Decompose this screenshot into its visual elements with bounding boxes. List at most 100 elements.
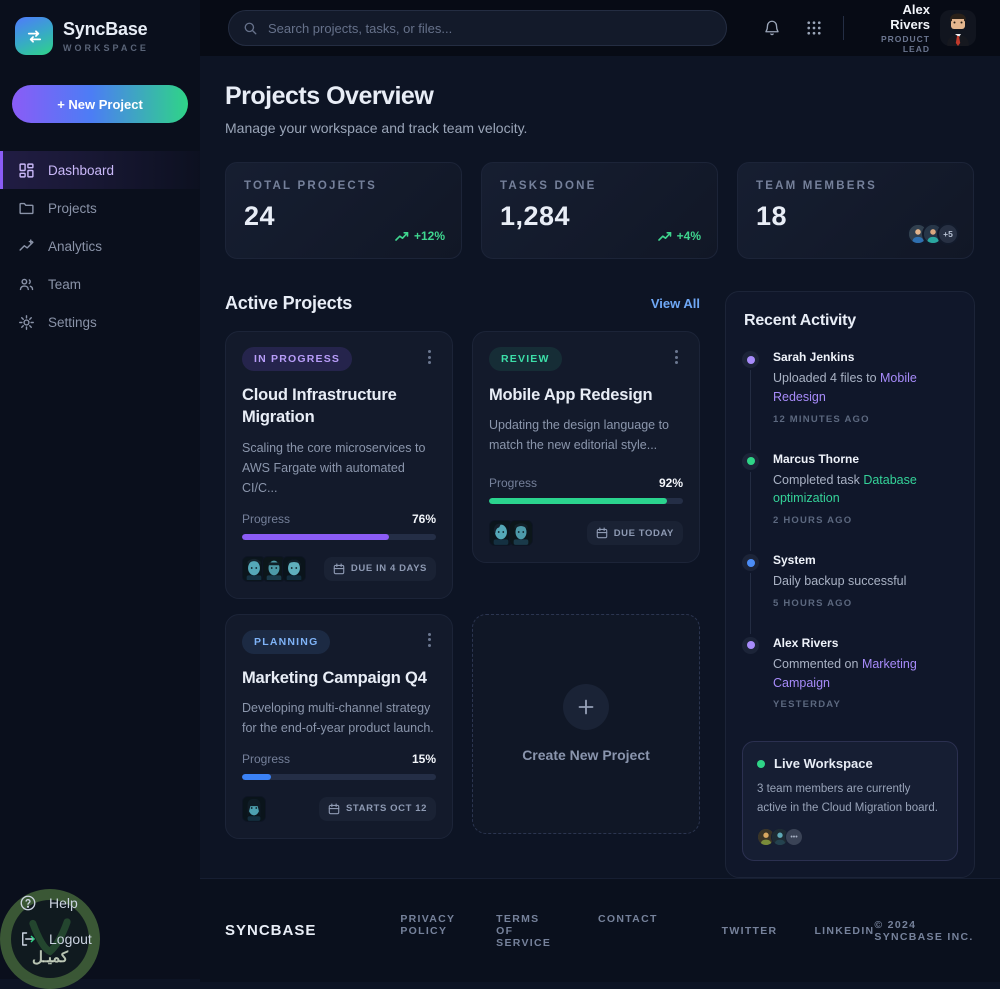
activity-time: 2 HOURS AGO xyxy=(773,515,853,526)
project-title: Mobile App Redesign xyxy=(489,386,653,404)
trend-up-icon xyxy=(395,231,409,241)
search-input[interactable] xyxy=(268,20,712,36)
sidebar-item-label: Analytics xyxy=(48,238,103,254)
sidebar-item-analytics[interactable]: Analytics xyxy=(0,227,200,265)
avatar-more-badge[interactable]: +5 xyxy=(937,223,959,245)
activity-actor: System xyxy=(773,553,816,567)
footer-link-twitter[interactable]: TWITTER xyxy=(722,925,778,937)
progress-value: 76% xyxy=(411,511,436,526)
calendar-icon xyxy=(596,527,607,539)
project-card-cloud-migration[interactable]: IN PROGRESS Cloud Infrastructure Migrati… xyxy=(225,331,453,599)
footer-link-linkedin[interactable]: LINKEDIN xyxy=(814,925,874,937)
card-menu-button[interactable] xyxy=(423,630,436,650)
help-button[interactable]: Help xyxy=(0,885,200,921)
folder-icon xyxy=(19,202,34,214)
progress-bar xyxy=(489,498,683,504)
logout-button[interactable]: Logout xyxy=(0,921,200,957)
footer-link-privacy[interactable]: PRIVACY POLICY xyxy=(400,913,455,949)
app-window: SyncBase WORKSPACE + New Project Dashboa… xyxy=(0,0,1000,989)
card-menu-button[interactable] xyxy=(670,347,683,367)
due-date-chip: STARTS OCT 12 xyxy=(319,796,436,821)
sidebar: SyncBase WORKSPACE + New Project Dashboa… xyxy=(0,0,200,989)
stat-card-tasks-done: TASKS DONE 1,284 +4% xyxy=(481,162,718,259)
user-avatar xyxy=(940,10,976,46)
assignee-avatars xyxy=(242,555,306,582)
activity-actor: Sarah Jenkins xyxy=(773,350,855,364)
activity-actor: Marcus Thorne xyxy=(773,451,860,466)
sidebar-item-team[interactable]: Team xyxy=(0,265,200,303)
trend-up-icon xyxy=(657,231,671,241)
active-projects-section: Active Projects View All IN PROGRESS Clo… xyxy=(225,291,700,839)
stat-trend: +4% xyxy=(657,229,701,243)
new-project-button[interactable]: + New Project xyxy=(12,85,188,123)
user-name: Alex Rivers xyxy=(890,2,930,32)
search-icon xyxy=(244,22,257,34)
sidebar-item-label: Settings xyxy=(48,314,97,330)
sidebar-item-settings[interactable]: Settings xyxy=(0,303,200,341)
project-description: Scaling the core microservices to AWS Fa… xyxy=(242,440,426,495)
footer-social-links: TWITTER LINKEDIN xyxy=(722,925,875,937)
project-card-mobile-redesign[interactable]: REVIEW Mobile App Redesign Updating the … xyxy=(472,331,700,563)
activity-time: YESTERDAY xyxy=(773,699,841,711)
apps-grid-button[interactable] xyxy=(801,15,827,41)
live-avatar-stack: ••• xyxy=(757,828,943,847)
sidebar-item-label: Dashboard xyxy=(48,162,115,178)
activity-actor: Alex Rivers xyxy=(773,635,839,650)
page-subtitle: Manage your workspace and track team vel… xyxy=(225,120,528,136)
sidebar-footer: كميـل Help Logout xyxy=(0,885,200,989)
project-description: Developing multi-channel strategy for th… xyxy=(242,700,434,735)
stat-label: TEAM MEMBERS xyxy=(756,180,877,192)
activity-dot xyxy=(742,351,759,368)
content-columns: Active Projects View All IN PROGRESS Clo… xyxy=(225,291,975,879)
section-title: Active Projects xyxy=(225,293,353,313)
create-label: Create New Project xyxy=(522,747,650,764)
brand-tagline: WORKSPACE xyxy=(63,43,149,53)
avatar-more: ••• xyxy=(785,828,803,847)
card-menu-button[interactable] xyxy=(423,347,436,367)
due-date-chip: DUE TODAY xyxy=(586,521,683,545)
recent-activity-panel: Recent Activity Sarah Jenkins Uploaded 4… xyxy=(725,291,975,879)
footer-links: PRIVACY POLICY TERMS OF SERVICE CONTACT xyxy=(400,913,657,949)
due-date-chip: DUE IN 4 DAYS xyxy=(323,556,436,581)
progress-label: Progress xyxy=(242,511,291,526)
sidebar-item-label: Team xyxy=(48,276,82,292)
status-badge: IN PROGRESS xyxy=(242,347,353,371)
project-title: Cloud Infrastructure Migration xyxy=(242,386,397,427)
avatar xyxy=(242,795,266,822)
activity-item: System Daily backup successful 5 HOURS A… xyxy=(742,553,958,636)
stat-value: 24 xyxy=(244,201,276,231)
calendar-icon xyxy=(333,563,345,574)
team-avatar-stack: +5 xyxy=(907,223,959,245)
activity-text: Uploaded 4 files to Mobile Redesign xyxy=(773,371,917,404)
help-icon xyxy=(20,895,36,911)
footer: SYNCBASE PRIVACY POLICY TERMS OF SERVICE… xyxy=(200,878,1000,983)
footer-link-contact[interactable]: CONTACT xyxy=(598,913,658,949)
sidebar-item-projects[interactable]: Projects xyxy=(0,189,200,227)
stat-card-total-projects: TOTAL PROJECTS 24 +12% xyxy=(225,162,462,259)
progress-bar xyxy=(242,773,436,780)
user-menu[interactable]: Alex Rivers PRODUCT LEAD xyxy=(862,2,976,54)
footer-brand: SYNCBASE xyxy=(225,922,317,940)
gear-icon xyxy=(19,314,34,330)
assignee-avatars xyxy=(242,795,266,822)
activity-dot xyxy=(742,636,759,654)
dashboard-icon xyxy=(19,162,34,178)
view-all-link[interactable]: View All xyxy=(651,296,700,311)
progress-label: Progress xyxy=(489,476,538,490)
progress-value: 15% xyxy=(411,751,436,766)
status-badge: PLANNING xyxy=(242,629,331,654)
create-new-project-card[interactable]: Create New Project xyxy=(472,613,700,834)
progress-label: Progress xyxy=(242,751,291,766)
logout-icon xyxy=(22,932,35,946)
plus-icon xyxy=(563,684,609,731)
project-card-marketing-q4[interactable]: PLANNING Marketing Campaign Q4 Developin… xyxy=(225,613,453,839)
avatar xyxy=(282,555,306,582)
stat-card-team-members: TEAM MEMBERS 18 +5 xyxy=(737,162,974,259)
notifications-button[interactable] xyxy=(759,15,785,41)
analytics-icon xyxy=(19,238,34,251)
status-badge: REVIEW xyxy=(489,347,562,371)
sidebar-item-dashboard[interactable]: Dashboard xyxy=(0,151,200,189)
activity-time: 5 HOURS AGO xyxy=(773,597,853,609)
brand: SyncBase WORKSPACE xyxy=(0,0,200,69)
footer-link-terms[interactable]: TERMS OF SERVICE xyxy=(496,913,557,949)
